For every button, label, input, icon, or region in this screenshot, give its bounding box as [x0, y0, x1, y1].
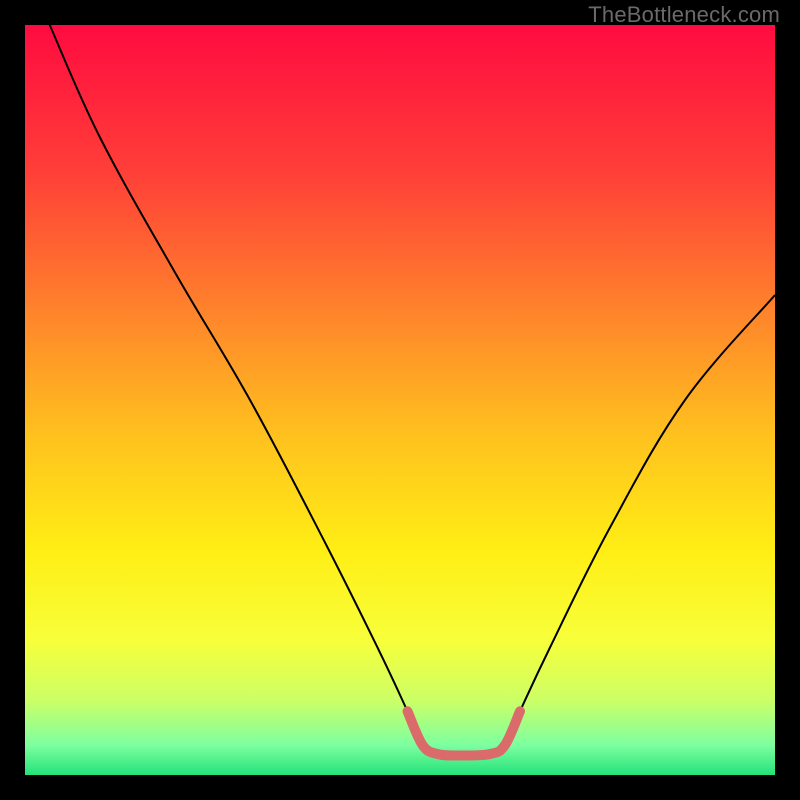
chart-frame: TheBottleneck.com	[0, 0, 800, 800]
bottleneck-chart	[0, 0, 800, 800]
plot-background	[25, 25, 775, 775]
